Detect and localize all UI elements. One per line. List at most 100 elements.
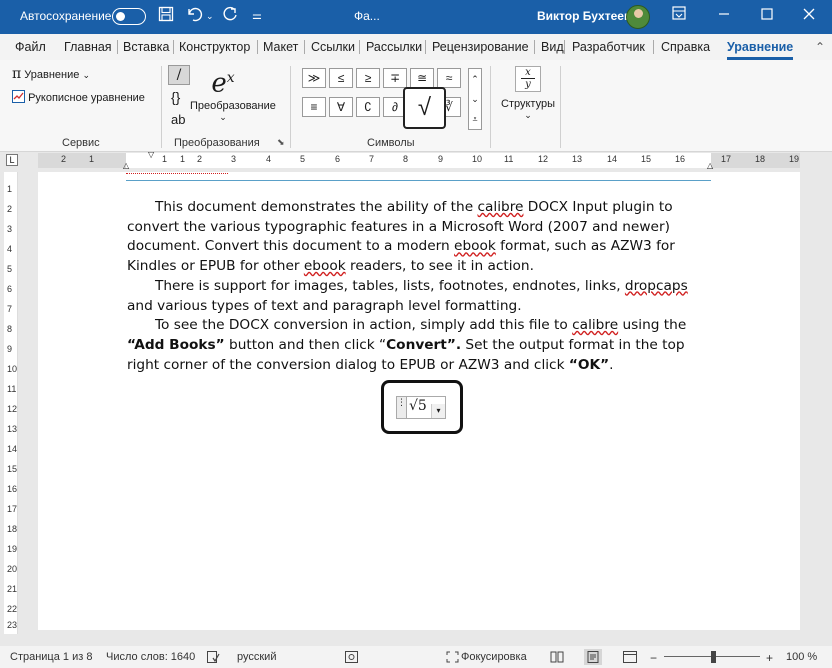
vruler-number: 5	[7, 264, 13, 274]
equation-options-dropdown-icon[interactable]: ▾	[431, 404, 445, 418]
focus-mode-icon[interactable]	[446, 651, 459, 666]
tab-equation[interactable]: Уравнение	[727, 40, 794, 60]
misspelled-word[interactable]: calibre	[572, 317, 618, 333]
tab-separator	[653, 40, 654, 54]
undo-dropdown-icon[interactable]: ⌄	[206, 6, 214, 26]
text-run: using the	[618, 317, 687, 334]
symbols-gallery-scroll[interactable]: ⌃ ⌄ ⩡	[468, 68, 482, 130]
equation-drag-handle-icon[interactable]: ⋮	[397, 397, 407, 418]
tab-mailings[interactable]: Рассылки	[366, 40, 422, 54]
customize-toolbar-icon[interactable]: ⚌	[252, 6, 262, 26]
autosave-toggle[interactable]	[112, 8, 146, 25]
equation-text[interactable]: √5	[409, 398, 427, 414]
symbol-congruent[interactable]: ≅	[410, 68, 434, 88]
tab-separator	[564, 40, 565, 54]
tab-insert[interactable]: Вставка	[123, 40, 169, 54]
ribbon-tabs: Файл Главная Вставка Конструктор Макет С…	[0, 34, 832, 60]
tab-view[interactable]: Вид	[541, 40, 564, 54]
zoom-level[interactable]: 100 %	[786, 651, 817, 663]
read-mode-icon[interactable]	[550, 651, 564, 666]
text-run: readers, to see it in action.	[345, 258, 534, 275]
vertical-scrollbar[interactable]	[815, 172, 829, 634]
zoom-in-button[interactable]: +	[766, 651, 773, 665]
web-layout-icon[interactable]	[623, 651, 637, 666]
document-body[interactable]: This document demonstrates the ability o…	[127, 198, 711, 375]
equation-button[interactable]: π Уравнение ⌄	[12, 66, 90, 82]
fraction-bottom: y	[525, 79, 531, 90]
symbol-square-root-highlight[interactable]: √	[403, 87, 446, 129]
symbol-greater-equal[interactable]: ≥	[356, 68, 380, 88]
chevron-down-icon: ⌄	[524, 110, 532, 120]
vruler-number: 6	[7, 284, 13, 294]
focus-mode-label[interactable]: Фокусировка	[461, 651, 527, 663]
symbol-minus-plus[interactable]: ∓	[383, 68, 407, 88]
latex-button[interactable]: {}	[171, 89, 180, 105]
language[interactable]: русский	[237, 651, 276, 663]
equation-object[interactable]: ⋮ √5 ▾	[396, 396, 446, 419]
structures-label: Структуры	[501, 98, 555, 110]
dialog-launcher-icon[interactable]: ⬊	[277, 137, 285, 148]
ribbon-display-icon[interactable]	[672, 6, 686, 26]
first-line-indent-marker[interactable]: ▽	[148, 150, 154, 159]
tab-separator	[304, 40, 305, 54]
chevron-up-icon[interactable]: ⌃	[469, 69, 481, 89]
tab-layout[interactable]: Макет	[263, 40, 298, 54]
pi-icon: π	[12, 66, 22, 82]
symbol-much-greater[interactable]: ≫	[302, 68, 326, 88]
tab-design[interactable]: Конструктор	[179, 40, 250, 54]
symbol-for-all[interactable]: ∀	[329, 97, 353, 117]
horizontal-ruler[interactable]: 2 1 1 1 2 3 4 5 6 7 8 9 10 11 12 13 14 1…	[38, 150, 800, 170]
maximize-icon[interactable]	[761, 6, 773, 26]
tab-selector-icon[interactable]: L	[6, 154, 18, 166]
ruler-number: 5	[300, 154, 306, 164]
tab-developer[interactable]: Разработчик	[572, 40, 645, 54]
misspelled-word[interactable]: calibre	[477, 199, 523, 215]
structures-button[interactable]: x y Структуры ⌄	[496, 64, 560, 130]
tab-file[interactable]: Файл	[15, 40, 46, 54]
gallery-more-icon[interactable]: ⩡	[469, 109, 481, 129]
tab-separator	[173, 40, 174, 54]
accessibility-icon[interactable]	[345, 651, 358, 666]
tab-review[interactable]: Рецензирование	[432, 40, 529, 54]
misspelled-word[interactable]: ebook	[304, 258, 346, 274]
save-icon[interactable]	[158, 6, 174, 28]
tab-home[interactable]: Главная	[64, 40, 112, 54]
symbol-approx[interactable]: ≈	[437, 68, 461, 88]
paragraph-1[interactable]: This document demonstrates the ability o…	[127, 198, 711, 277]
proofing-icon[interactable]	[207, 651, 220, 666]
right-indent-marker[interactable]: △	[707, 161, 713, 170]
zoom-slider-thumb[interactable]	[711, 651, 716, 663]
user-avatar[interactable]	[626, 5, 650, 29]
convert-button[interactable]: ex Преобразование ⌄	[190, 62, 276, 128]
misspelled-word[interactable]: ebook	[454, 238, 496, 254]
vertical-ruler[interactable]: 1 2 3 4 5 6 7 8 9 10 11 12 13 14 15 16 1…	[4, 172, 18, 634]
tab-separator	[359, 40, 360, 54]
ink-equation-button[interactable]: Рукописное уравнение	[12, 90, 145, 104]
print-layout-icon[interactable]	[584, 649, 602, 665]
symbol-less-equal[interactable]: ≤	[329, 68, 353, 88]
minimize-icon[interactable]	[718, 6, 730, 26]
chevron-down-icon[interactable]: ⌄	[469, 89, 481, 109]
vruler-number: 9	[7, 344, 13, 354]
user-name[interactable]: Виктор Бухтеев	[537, 9, 631, 23]
misspelled-word[interactable]: dropcaps	[625, 278, 688, 294]
chevron-down-icon: ⌄	[82, 70, 90, 80]
undo-icon[interactable]	[185, 6, 203, 28]
tab-references[interactable]: Ссылки	[311, 40, 355, 54]
redo-icon[interactable]	[221, 6, 239, 28]
left-indent-marker[interactable]: △	[123, 161, 129, 170]
collapse-ribbon-icon[interactable]: ⌃	[815, 37, 825, 57]
unicode-button[interactable]: /	[168, 65, 190, 85]
symbol-identical[interactable]: ≡	[302, 97, 326, 117]
tab-help[interactable]: Справка	[661, 40, 710, 54]
page-count[interactable]: Страница 1 из 8	[10, 651, 92, 663]
symbol-complement[interactable]: ∁	[356, 97, 380, 117]
close-icon[interactable]	[803, 6, 815, 26]
document-title[interactable]: Фа...	[354, 9, 380, 23]
paragraph-3[interactable]: To see the DOCX conversion in action, si…	[127, 316, 711, 375]
zoom-out-button[interactable]: −	[650, 651, 657, 665]
paragraph-2[interactable]: There is support for images, tables, lis…	[127, 277, 711, 316]
text-button[interactable]: ab	[171, 112, 185, 127]
word-count[interactable]: Число слов: 1640	[106, 651, 195, 663]
ruler-number: 13	[572, 154, 583, 164]
